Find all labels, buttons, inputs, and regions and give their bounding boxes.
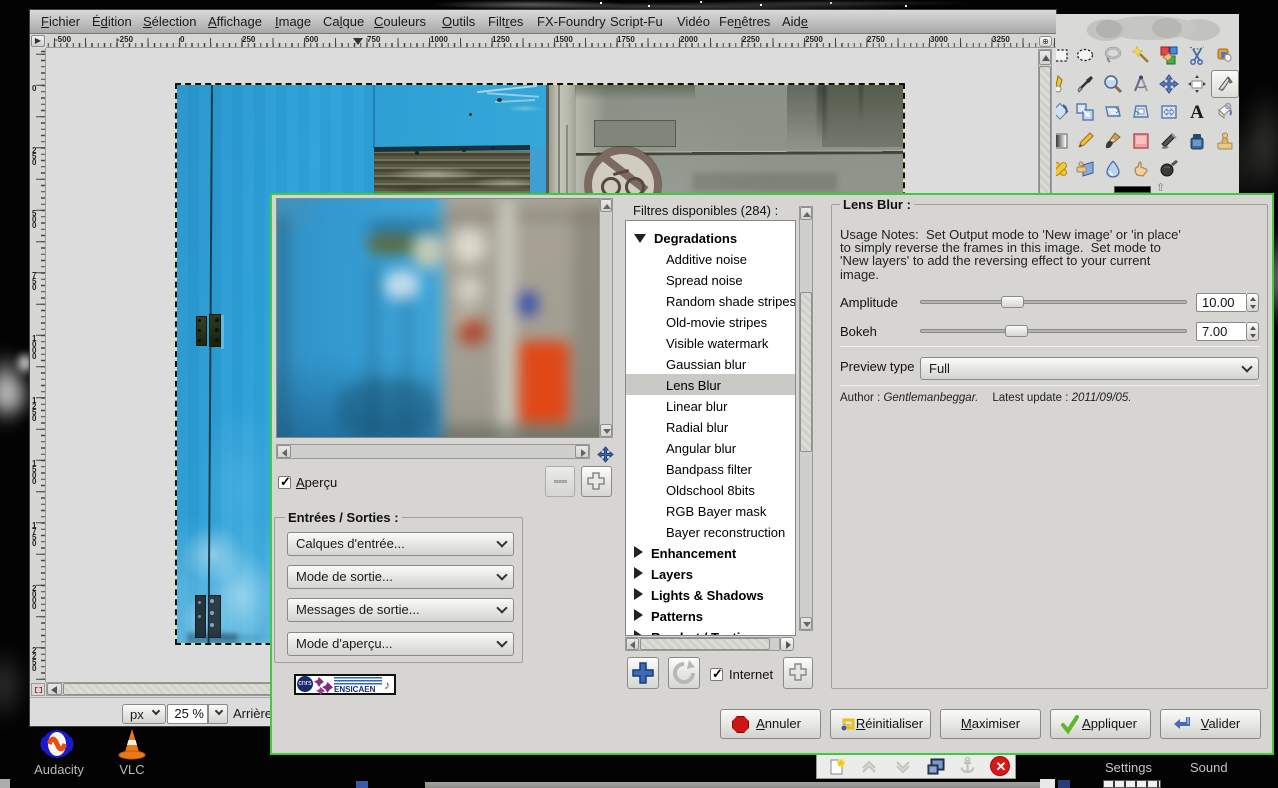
svg-text:A: A [1190, 102, 1204, 122]
